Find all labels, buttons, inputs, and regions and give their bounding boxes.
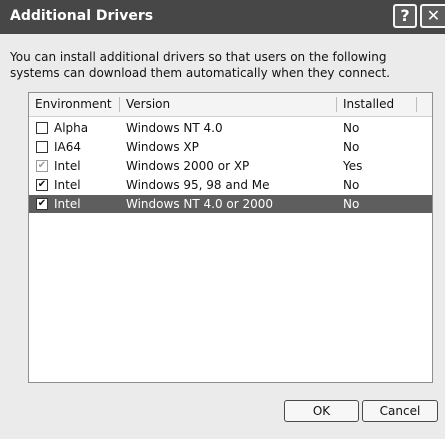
additional-drivers-dialog: Additional Drivers ? ✕ You can install a… <box>0 0 445 439</box>
cell-installed: No <box>343 140 360 154</box>
cell-installed: Yes <box>343 159 363 173</box>
cell-environment: Intel <box>54 197 81 211</box>
cancel-button[interactable]: Cancel <box>362 400 438 422</box>
cell-environment: Intel <box>54 159 81 173</box>
checkbox-icon[interactable]: ✔ <box>36 179 48 191</box>
checkbox-icon[interactable] <box>36 141 48 153</box>
table-row[interactable]: ✔ Intel Windows 2000 or XP Yes <box>29 157 432 175</box>
cell-environment: Intel <box>54 178 81 192</box>
table-row[interactable]: ✔ Intel Windows 95, 98 and Me No <box>29 176 432 194</box>
cell-installed: No <box>343 121 360 135</box>
drivers-list[interactable]: Environment Version Installed Alpha Windo… <box>28 92 433 383</box>
column-header-environment[interactable]: Environment <box>29 93 119 116</box>
description-text: You can install additional drivers so th… <box>10 50 390 80</box>
ok-button[interactable]: OK <box>284 400 359 422</box>
checkbox-icon[interactable]: ✔ <box>36 198 48 210</box>
cell-environment: Alpha <box>54 121 89 135</box>
table-row[interactable]: ✔ Intel Windows NT 4.0 or 2000 No <box>29 195 432 213</box>
help-icon[interactable]: ? <box>393 4 417 28</box>
title-bar[interactable]: Additional Drivers ? ✕ <box>0 0 445 34</box>
cell-environment: IA64 <box>54 140 82 154</box>
cell-version: Windows NT 4.0 or 2000 <box>126 197 274 211</box>
checkbox-icon: ✔ <box>36 160 48 172</box>
list-header: Environment Version Installed <box>29 93 432 117</box>
checkbox-icon[interactable] <box>36 122 48 134</box>
column-header-installed[interactable]: Installed <box>337 93 417 116</box>
cell-installed: No <box>343 178 360 192</box>
cell-installed: No <box>343 197 360 211</box>
cell-version: Windows XP <box>126 140 199 154</box>
dialog-title: Additional Drivers <box>10 8 154 24</box>
cell-version: Windows 95, 98 and Me <box>126 178 270 192</box>
table-row[interactable]: IA64 Windows XP No <box>29 138 432 156</box>
column-divider[interactable] <box>416 97 417 112</box>
cell-version: Windows NT 4.0 <box>126 121 223 135</box>
table-row[interactable]: Alpha Windows NT 4.0 No <box>29 119 432 137</box>
close-icon[interactable]: ✕ <box>420 4 445 28</box>
cell-version: Windows 2000 or XP <box>126 159 250 173</box>
column-header-version[interactable]: Version <box>120 93 336 116</box>
